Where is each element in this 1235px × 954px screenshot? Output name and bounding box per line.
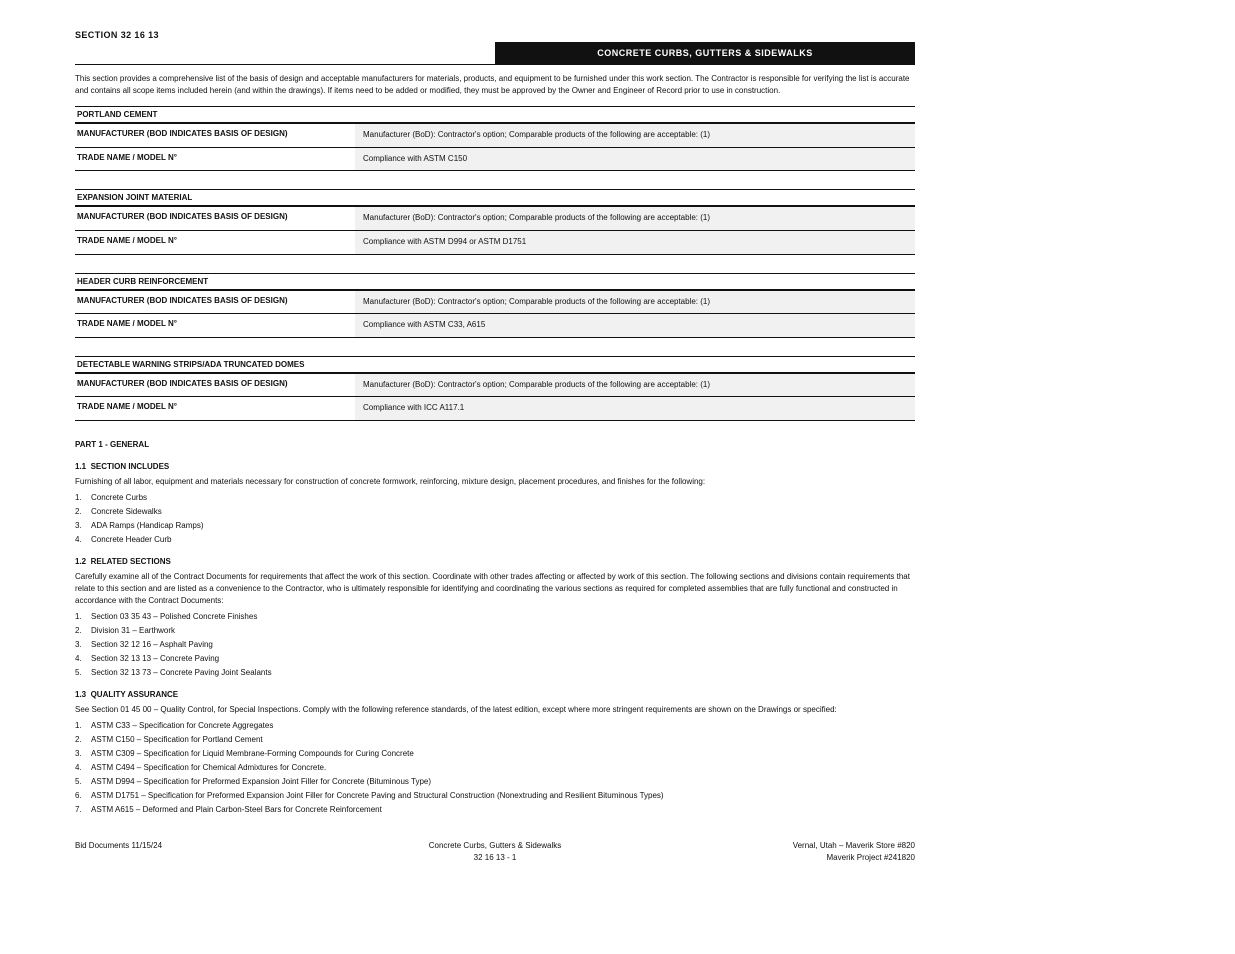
intro-paragraph: This section provides a comprehensive li… [75, 73, 915, 96]
section-1-1-heading: 1.1 SECTION INCLUDES [75, 461, 915, 473]
section-title-bar: CONCRETE CURBS, GUTTERS & SIDEWALKS [495, 42, 915, 64]
row-label: TRADE NAME / MODEL N° [75, 148, 355, 171]
table-row: MANUFACTURER (BOD INDICATES BASIS OF DES… [75, 374, 915, 397]
section-1-3-heading: 1.3 QUALITY ASSURANCE [75, 689, 915, 701]
table-row: MANUFACTURER (BOD INDICATES BASIS OF DES… [75, 124, 915, 147]
list-item: ASTM D994 – Specification for Preformed … [75, 776, 915, 788]
row-value: Manufacturer (BoD): Contractor's option;… [355, 374, 915, 397]
table-row: MANUFACTURER (BOD INDICATES BASIS OF DES… [75, 291, 915, 314]
table-row: MANUFACTURER (BOD INDICATES BASIS OF DES… [75, 207, 915, 230]
row-value: Manufacturer (BoD): Contractor's option;… [355, 291, 915, 314]
spec-sheet: SECTION 32 16 13 CONCRETE CURBS, GUTTERS… [0, 0, 915, 864]
section-1-1-list: Concrete Curbs Concrete Sidewalks ADA Ramp… [75, 492, 915, 546]
list-item: Concrete Curbs [75, 492, 915, 504]
group-header: DETECTABLE WARNING STRIPS/ADA TRUNCATED … [75, 356, 915, 373]
group-header: EXPANSION JOINT MATERIAL [75, 189, 915, 206]
row-label: MANUFACTURER (BOD INDICATES BASIS OF DES… [75, 374, 355, 397]
row-value: Compliance with ASTM D994 or ASTM D1751 [355, 231, 915, 254]
row-value: Compliance with ICC A117.1 [355, 397, 915, 420]
list-item: ASTM C150 – Specification for Portland C… [75, 734, 915, 746]
group-header: PORTLAND CEMENT [75, 106, 915, 123]
spec-table: MANUFACTURER (BOD INDICATES BASIS OF DES… [75, 290, 915, 338]
list-item: ADA Ramps (Handicap Ramps) [75, 520, 915, 532]
section-1-2-list: Section 03 35 43 – Polished Concrete Fin… [75, 611, 915, 679]
table-row: TRADE NAME / MODEL N°Compliance with AST… [75, 147, 915, 171]
list-item: ASTM C494 – Specification for Chemical A… [75, 762, 915, 774]
section-1-3-lead: See Section 01 45 00 – Quality Control, … [75, 704, 915, 716]
list-item: ASTM C33 – Specification for Concrete Ag… [75, 720, 915, 732]
section-1-2-lead: Carefully examine all of the Contract Do… [75, 571, 915, 607]
row-value: Manufacturer (BoD): Contractor's option;… [355, 207, 915, 230]
list-item: ASTM A615 – Deformed and Plain Carbon-St… [75, 804, 915, 816]
row-label: MANUFACTURER (BOD INDICATES BASIS OF DES… [75, 207, 355, 230]
row-label: TRADE NAME / MODEL N° [75, 231, 355, 254]
row-value: Manufacturer (BoD): Contractor's option;… [355, 124, 915, 147]
row-label: MANUFACTURER (BOD INDICATES BASIS OF DES… [75, 124, 355, 147]
table-row: TRADE NAME / MODEL N°Compliance with ICC… [75, 396, 915, 420]
list-item: Division 31 – Earthwork [75, 625, 915, 637]
section-1-1-lead: Furnishing of all labor, equipment and m… [75, 476, 915, 488]
footer-left: Bid Documents 11/15/24 [75, 840, 352, 864]
list-item: Section 32 13 13 – Concrete Paving [75, 653, 915, 665]
footer-right: Vernal, Utah – Maverik Store #820 Maveri… [638, 840, 915, 864]
table-row: TRADE NAME / MODEL N°Compliance with AST… [75, 230, 915, 254]
list-item: ASTM D1751 – Specification for Preformed… [75, 790, 915, 802]
section-header-row: CONCRETE CURBS, GUTTERS & SIDEWALKS [75, 42, 915, 65]
part1-title: PART 1 - GENERAL [75, 439, 915, 451]
list-item: Section 03 35 43 – Polished Concrete Fin… [75, 611, 915, 623]
row-label: MANUFACTURER (BOD INDICATES BASIS OF DES… [75, 291, 355, 314]
table-row: TRADE NAME / MODEL N°Compliance with AST… [75, 313, 915, 337]
section-1-2-heading: 1.2 RELATED SECTIONS [75, 556, 915, 568]
row-label: TRADE NAME / MODEL N° [75, 397, 355, 420]
list-item: Section 32 13 73 – Concrete Paving Joint… [75, 667, 915, 679]
list-item: Concrete Header Curb [75, 534, 915, 546]
page-footer: Bid Documents 11/15/24 Concrete Curbs, G… [75, 840, 915, 864]
section-number: SECTION 32 16 13 [75, 30, 915, 40]
row-label: TRADE NAME / MODEL N° [75, 314, 355, 337]
spec-table: MANUFACTURER (BOD INDICATES BASIS OF DES… [75, 373, 915, 421]
group-header: HEADER CURB REINFORCEMENT [75, 273, 915, 290]
row-value: Compliance with ASTM C33, A615 [355, 314, 915, 337]
part1: PART 1 - GENERAL 1.1 SECTION INCLUDES Fu… [75, 439, 915, 816]
list-item: Concrete Sidewalks [75, 506, 915, 518]
footer-center: Concrete Curbs, Gutters & Sidewalks 32 1… [356, 840, 633, 864]
row-value: Compliance with ASTM C150 [355, 148, 915, 171]
spec-table: MANUFACTURER (BOD INDICATES BASIS OF DES… [75, 123, 915, 171]
list-item: Section 32 12 16 – Asphalt Paving [75, 639, 915, 651]
section-1-3-list: ASTM C33 – Specification for Concrete Ag… [75, 720, 915, 816]
list-item: ASTM C309 – Specification for Liquid Mem… [75, 748, 915, 760]
spec-table: MANUFACTURER (BOD INDICATES BASIS OF DES… [75, 206, 915, 254]
